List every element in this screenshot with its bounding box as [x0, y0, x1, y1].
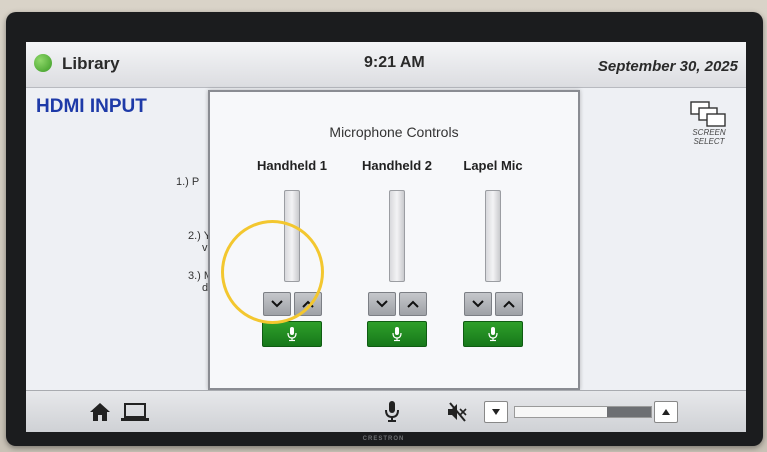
- volume-remaining: [607, 407, 651, 417]
- home-icon: [90, 403, 110, 421]
- clock: 9:21 AM: [364, 54, 425, 71]
- channel-name: Lapel Mic: [463, 158, 523, 173]
- room-name: Library: [62, 54, 120, 73]
- volume-up-button[interactable]: [494, 292, 523, 316]
- channel-lapel-mic: Lapel Mic: [443, 158, 543, 347]
- volume-up-button[interactable]: [654, 401, 678, 423]
- volume-up-button[interactable]: [398, 292, 427, 316]
- mute-button[interactable]: [446, 401, 468, 423]
- laptop-button[interactable]: [120, 401, 150, 423]
- volume-down-button[interactable]: [367, 292, 396, 316]
- channel-handheld-2: Handheld 2: [347, 158, 447, 347]
- channel-name: Handheld 2: [361, 158, 433, 173]
- touch-screen: Library 9:21 AM September 30, 2025 HDMI …: [26, 42, 746, 432]
- volume-down-button[interactable]: [484, 401, 508, 423]
- mic-mute-button[interactable]: [367, 321, 427, 347]
- volume-down-icon: [492, 409, 500, 415]
- microphone-icon: [287, 327, 297, 342]
- highlight-circle: [221, 220, 324, 324]
- source-title: HDMI INPUT: [36, 96, 147, 117]
- chevron-up-icon: [502, 300, 515, 308]
- screen-select-label-2: SELECT: [693, 137, 725, 146]
- microphone-icon: [488, 327, 498, 342]
- screen-select-button[interactable]: SCREEN SELECT: [686, 100, 732, 146]
- status-indicator-icon: [34, 54, 52, 72]
- channel-name: Handheld 1: [256, 158, 328, 173]
- popup-title: Microphone Controls: [329, 124, 459, 140]
- mute-icon: [448, 402, 467, 422]
- bottom-bar: [26, 390, 746, 432]
- volume-down-button[interactable]: [463, 292, 492, 316]
- screens-icon: [690, 101, 726, 127]
- instruction-step-2-cont: v: [202, 242, 208, 254]
- microphone-button[interactable]: [384, 399, 400, 423]
- volume-fader[interactable]: [485, 190, 501, 282]
- volume-fader[interactable]: [389, 190, 405, 282]
- chevron-down-icon: [471, 300, 484, 308]
- date: September 30, 2025: [597, 58, 738, 75]
- laptop-icon: [121, 403, 149, 421]
- header-bar: Library 9:21 AM September 30, 2025: [26, 42, 746, 88]
- screen-select-label-1: SCREEN: [692, 128, 726, 137]
- mic-mute-button[interactable]: [463, 321, 523, 347]
- microphone-icon: [385, 401, 399, 422]
- chevron-up-icon: [406, 300, 419, 308]
- microphone-icon: [392, 327, 402, 342]
- volume-bar[interactable]: [514, 406, 652, 418]
- mic-mute-button[interactable]: [262, 321, 322, 347]
- chevron-down-icon: [375, 300, 388, 308]
- volume-up-icon: [662, 409, 670, 415]
- home-button[interactable]: [88, 401, 112, 423]
- instruction-step-1: 1.) P: [176, 176, 200, 188]
- brand-logo: CRESTRON: [362, 436, 405, 442]
